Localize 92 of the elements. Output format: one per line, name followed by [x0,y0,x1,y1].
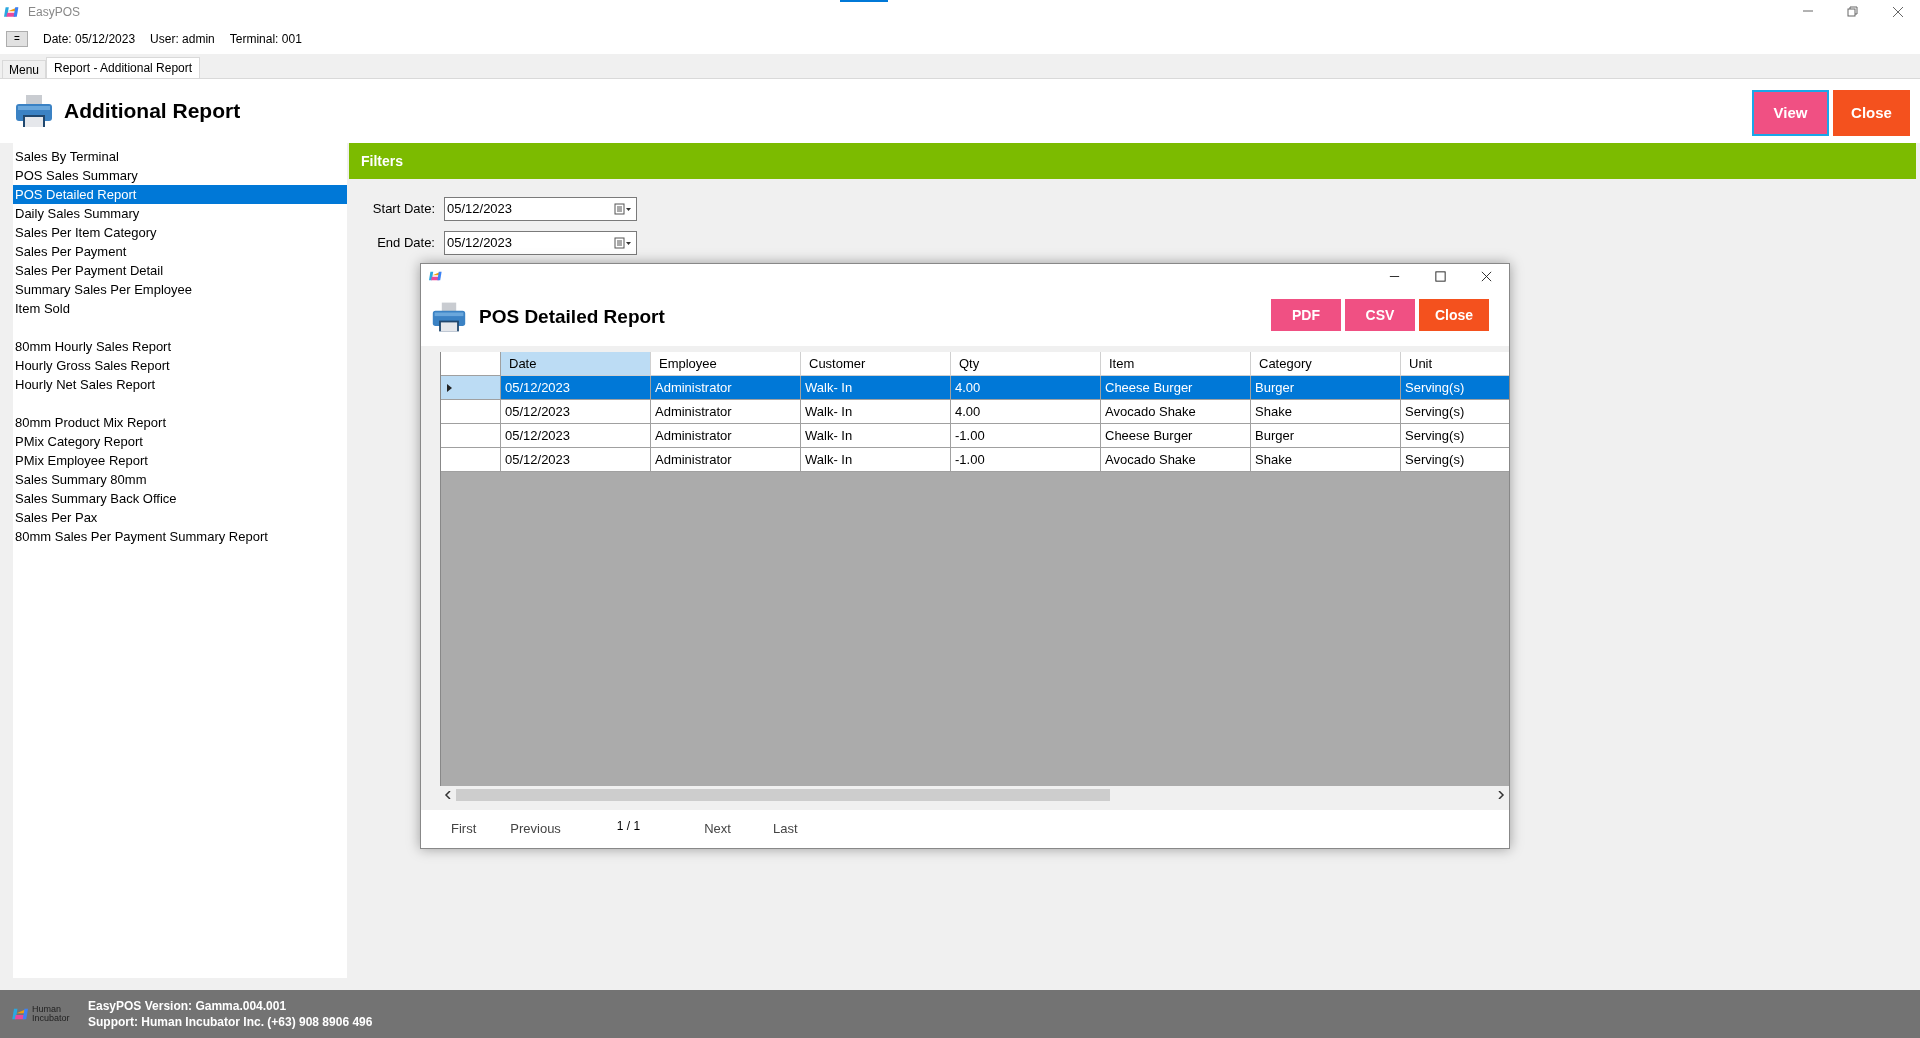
terminal-label: Terminal: 001 [229,31,302,48]
field-label: End Date: [376,234,436,253]
table-cell: Serving(s) [1401,400,1509,424]
table-cell: Administrator [651,448,801,472]
calendar-dropdown-icon[interactable] [614,203,632,215]
table-cell: Avocado Shake [1101,400,1251,424]
table-cell: Burger [1251,376,1401,400]
table-cell: Administrator [651,424,801,448]
table-cell: Cheese Burger [1101,376,1251,400]
dialog-title: POS Detailed Report [479,304,665,329]
scroll-right-icon[interactable] [1497,791,1505,799]
report-list-item[interactable]: Sales Per Item Category [13,223,347,242]
version-text: EasyPOS Version: Gamma.004.001 [88,998,288,1014]
table-cell: Serving(s) [1401,376,1509,400]
table-cell: Burger [1251,424,1401,448]
tab[interactable]: Menu [2,60,47,78]
report-list-item[interactable]: PMix Employee Report [13,451,347,470]
table-cell: 05/12/2023 [501,376,651,400]
table-cell: Shake [1251,400,1401,424]
table-cell: Walk- In [801,448,951,472]
table-cell: Shake [1251,448,1401,472]
row-header[interactable] [441,448,501,472]
calendar-dropdown-icon[interactable] [614,237,632,249]
menu-button[interactable]: = [6,31,28,47]
report-list-item[interactable]: POS Sales Summary [13,166,347,185]
report-list-item[interactable]: POS Detailed Report [13,185,347,204]
report-list-item[interactable]: Hourly Gross Sales Report [13,356,347,375]
table-cell: Serving(s) [1401,424,1509,448]
tab[interactable]: Report - Additional Report [46,57,201,78]
window-title: EasyPOS [28,4,81,21]
date-label: Date: 05/12/2023 [43,31,136,48]
report-list-item[interactable]: Sales Per Payment Detail [13,261,347,280]
table-cell: -1.00 [951,424,1101,448]
column-header[interactable]: Employee [651,352,801,376]
table-cell: 05/12/2023 [501,424,651,448]
close-icon[interactable] [1479,269,1493,283]
page-title: Additional Report [64,98,241,125]
scroll-left-icon[interactable] [444,791,452,799]
table-cell: 4.00 [951,400,1101,424]
column-header[interactable]: Qty [951,352,1101,376]
report-list-item[interactable]: Hourly Net Sales Report [13,375,347,394]
report-list-item[interactable]: Item Sold [13,299,347,318]
table-cell: Walk- In [801,424,951,448]
user-label: User: admin [150,31,215,48]
column-header[interactable]: Date [501,352,651,376]
table-cell: Cheese Burger [1101,424,1251,448]
row-pointer-icon [447,383,452,392]
table-cell: Walk- In [801,400,951,424]
report-list-item[interactable]: Sales Summary Back Office [13,489,347,508]
report-list-item[interactable]: PMix Category Report [13,432,347,451]
report-list-item[interactable]: Summary Sales Per Employee [13,280,347,299]
table-cell: Serving(s) [1401,448,1509,472]
close-icon[interactable] [1890,5,1905,19]
pager-last-link[interactable]: Last [772,819,798,839]
table-cell: 4.00 [951,376,1101,400]
restore-icon[interactable] [1845,5,1860,19]
row-header[interactable] [441,424,501,448]
printer-icon [14,93,54,129]
report-list-item[interactable]: Sales Per Pax [13,508,347,527]
report-list-item[interactable]: Sales By Terminal [13,147,347,166]
column-header[interactable]: Category [1251,352,1401,376]
table-cell: Walk- In [801,376,951,400]
field-label: Start Date: [371,200,436,219]
report-list-item[interactable]: Sales Summary 80mm [13,470,347,489]
table-cell: Administrator [651,400,801,424]
report-list-item[interactable]: Sales Per Payment [13,242,347,261]
table-cell: -1.00 [951,448,1101,472]
report-list-item[interactable]: 80mm Hourly Sales Report [13,337,347,356]
page-indicator: 1 / 1 [616,818,641,835]
table-cell: 05/12/2023 [501,400,651,424]
table-cell: Administrator [651,376,801,400]
row-header[interactable] [441,400,501,424]
logo-text: Human Incubator [32,1005,71,1023]
report-list-item[interactable]: 80mm Sales Per Payment Summary Report [13,527,347,546]
support-text: Support: Human Incubator Inc. (+63) 908 8906 496 [88,1014,373,1030]
printer-icon [431,300,467,334]
app-logo-icon [4,5,20,19]
app-logo-icon [429,270,443,282]
filters-header: Filters [349,143,1916,179]
company-logo-icon [12,1007,30,1021]
pager-previous-link[interactable]: Previous [510,819,561,839]
table-cell: Avocado Shake [1101,448,1251,472]
maximize-icon[interactable] [1433,269,1447,283]
date-picker[interactable]: 05/12/2023 [444,197,637,221]
pager-next-link[interactable]: Next [704,819,731,839]
column-header[interactable]: Customer [801,352,951,376]
report-list-item[interactable]: Daily Sales Summary [13,204,347,223]
column-header[interactable]: Item [1101,352,1251,376]
report-list-item[interactable]: 80mm Product Mix Report [13,413,347,432]
pager-first-link[interactable]: First [451,819,477,839]
date-picker[interactable]: 05/12/2023 [444,231,637,255]
table-cell: 05/12/2023 [501,448,651,472]
